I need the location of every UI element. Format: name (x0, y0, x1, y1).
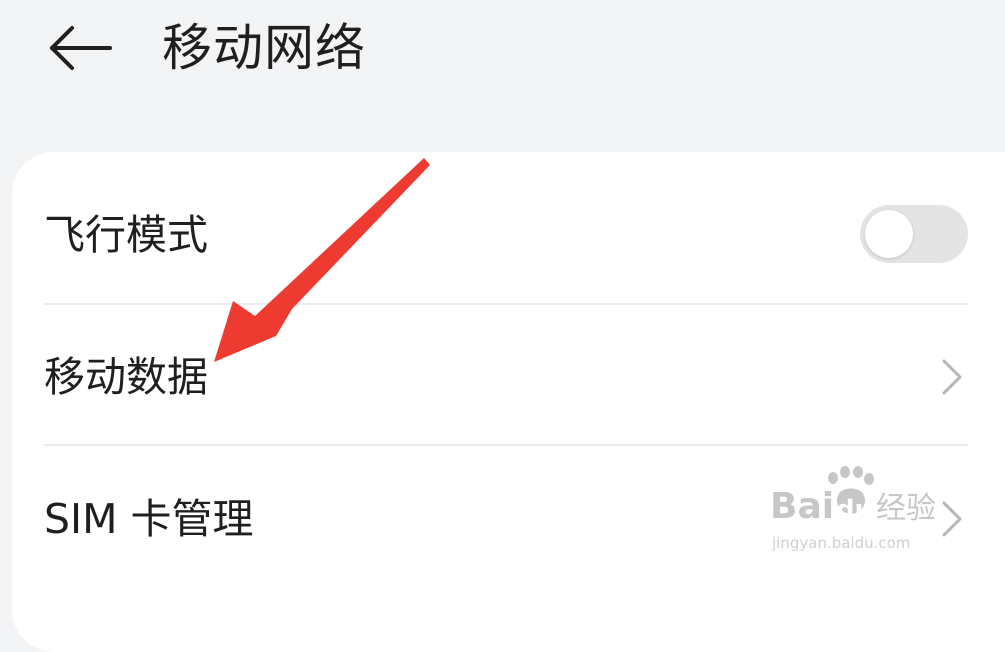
chevron-right-icon (938, 499, 966, 539)
settings-item-label: SIM 卡管理 (44, 495, 254, 543)
divider (44, 444, 968, 446)
settings-item-label: 飞行模式 (44, 211, 208, 259)
toggle-knob (865, 210, 913, 258)
back-button[interactable] (44, 16, 116, 80)
arrow-left-icon (50, 26, 112, 70)
page-title: 移动网络 (162, 19, 366, 77)
settings-item-label: 移动数据 (44, 353, 208, 401)
settings-item-sim-management[interactable]: SIM 卡管理 (0, 447, 1005, 589)
settings-item-airplane-mode[interactable]: 飞行模式 (0, 163, 1005, 305)
chevron-right-icon (938, 357, 966, 397)
settings-item-mobile-data[interactable]: 移动数据 (0, 305, 1005, 447)
airplane-mode-toggle[interactable] (860, 205, 968, 263)
app-header: 移动网络 (0, 0, 1005, 100)
